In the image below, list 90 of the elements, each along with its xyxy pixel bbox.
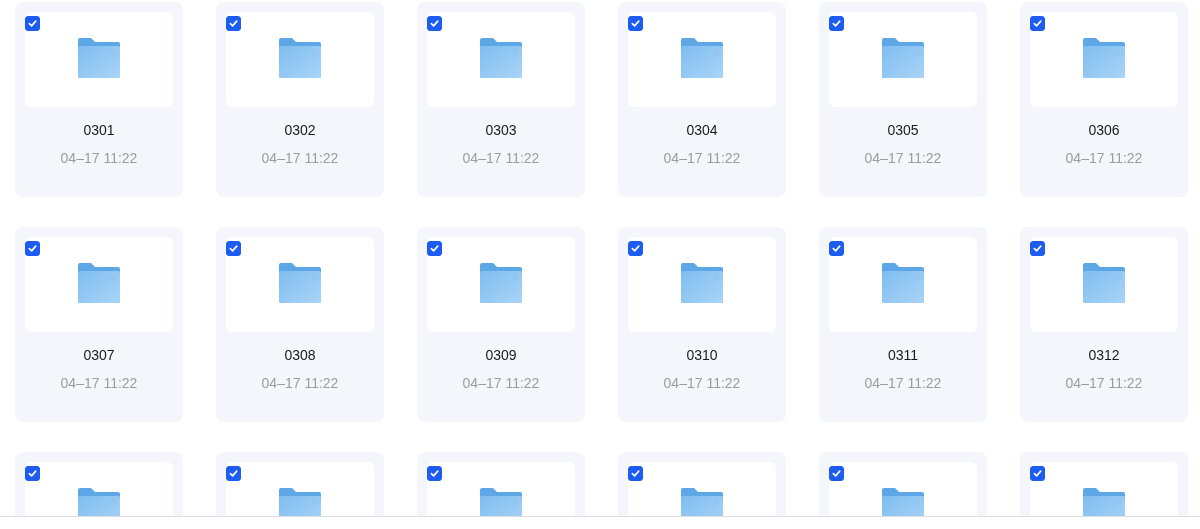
checkbox[interactable] xyxy=(628,466,643,481)
checkbox[interactable] xyxy=(427,466,442,481)
folder-card[interactable]: 0312 04–17 11:22 xyxy=(1020,227,1188,422)
folder-card[interactable]: 0301 04–17 11:22 xyxy=(15,2,183,197)
folder-card[interactable]: 0303 04–17 11:22 xyxy=(417,2,585,197)
modified-time: 04–17 11:22 xyxy=(663,375,741,391)
modified-time: 04–17 11:22 xyxy=(1065,150,1143,166)
checkbox[interactable] xyxy=(829,466,844,481)
folder-card[interactable]: 0310 04–17 11:22 xyxy=(618,227,786,422)
check-icon xyxy=(28,244,37,253)
folder-icon xyxy=(78,38,120,78)
folder-name: 0311 xyxy=(887,347,919,363)
checkbox[interactable] xyxy=(427,16,442,31)
folder-name: 0301 xyxy=(83,122,115,138)
folder-icon xyxy=(78,263,120,303)
check-icon xyxy=(28,19,37,28)
folder-icon xyxy=(681,38,723,78)
folder-name: 0305 xyxy=(887,122,919,138)
folder-card[interactable]: 0311 04–17 11:22 xyxy=(819,227,987,422)
checkbox[interactable] xyxy=(226,241,241,256)
checkbox[interactable] xyxy=(25,241,40,256)
folder-name: 0306 xyxy=(1088,122,1120,138)
checkbox[interactable] xyxy=(1030,241,1045,256)
folder-name: 0309 xyxy=(485,347,517,363)
modified-time: 04–17 11:22 xyxy=(1065,375,1143,391)
checkbox[interactable] xyxy=(25,466,40,481)
folder-card[interactable]: 0306 04–17 11:22 xyxy=(1020,2,1188,197)
folder-icon xyxy=(480,38,522,78)
checkbox[interactable] xyxy=(226,16,241,31)
folder-icon xyxy=(480,263,522,303)
check-icon xyxy=(28,469,37,478)
folder-name: 0312 xyxy=(1088,347,1120,363)
check-icon xyxy=(832,469,841,478)
check-icon xyxy=(229,469,238,478)
folder-icon xyxy=(279,263,321,303)
modified-time: 04–17 11:22 xyxy=(462,150,540,166)
modified-time: 04–17 11:22 xyxy=(864,375,942,391)
folder-name: 0304 xyxy=(686,122,718,138)
folder-icon xyxy=(1083,38,1125,78)
check-icon xyxy=(430,19,439,28)
check-icon xyxy=(229,244,238,253)
folder-icon xyxy=(681,488,723,516)
folder-icon xyxy=(480,488,522,516)
modified-time: 04–17 11:22 xyxy=(462,375,540,391)
modified-time: 04–17 11:22 xyxy=(864,150,942,166)
check-icon xyxy=(430,469,439,478)
folder-name: 0303 xyxy=(485,122,517,138)
folder-icon xyxy=(882,263,924,303)
modified-time: 04–17 11:22 xyxy=(261,150,339,166)
folder-card[interactable]: 0305 04–17 11:22 xyxy=(819,2,987,197)
check-icon xyxy=(229,19,238,28)
check-icon xyxy=(1033,469,1042,478)
folder-name: 0310 xyxy=(686,347,718,363)
check-icon xyxy=(832,244,841,253)
checkbox[interactable] xyxy=(427,241,442,256)
folder-icon xyxy=(882,488,924,516)
check-icon xyxy=(631,469,640,478)
folder-name: 0308 xyxy=(284,347,316,363)
folder-card[interactable]: 0302 04–17 11:22 xyxy=(216,2,384,197)
folder-icon xyxy=(681,263,723,303)
check-icon xyxy=(631,19,640,28)
checkbox[interactable] xyxy=(1030,16,1045,31)
checkbox[interactable] xyxy=(226,466,241,481)
modified-time: 04–17 11:22 xyxy=(261,375,339,391)
checkbox[interactable] xyxy=(1030,466,1045,481)
check-icon xyxy=(1033,19,1042,28)
folder-icon xyxy=(279,488,321,516)
modified-time: 04–17 11:22 xyxy=(60,375,138,391)
folder-icon xyxy=(78,488,120,516)
checkbox[interactable] xyxy=(628,16,643,31)
check-icon xyxy=(430,244,439,253)
folder-icon xyxy=(882,38,924,78)
checkbox[interactable] xyxy=(829,16,844,31)
folder-card[interactable]: 0304 04–17 11:22 xyxy=(618,2,786,197)
folder-icon xyxy=(1083,263,1125,303)
checkbox[interactable] xyxy=(628,241,643,256)
folder-name: 0307 xyxy=(83,347,115,363)
checkbox[interactable] xyxy=(25,16,40,31)
check-icon xyxy=(832,19,841,28)
folder-card[interactable]: 0307 04–17 11:22 xyxy=(15,227,183,422)
checkbox[interactable] xyxy=(829,241,844,256)
folder-icon xyxy=(1083,488,1125,516)
modified-time: 04–17 11:22 xyxy=(60,150,138,166)
modified-time: 04–17 11:22 xyxy=(663,150,741,166)
folder-icon xyxy=(279,38,321,78)
folder-card[interactable]: 0308 04–17 11:22 xyxy=(216,227,384,422)
check-icon xyxy=(1033,244,1042,253)
check-icon xyxy=(631,244,640,253)
folder-card[interactable]: 0309 04–17 11:22 xyxy=(417,227,585,422)
folder-name: 0302 xyxy=(284,122,316,138)
